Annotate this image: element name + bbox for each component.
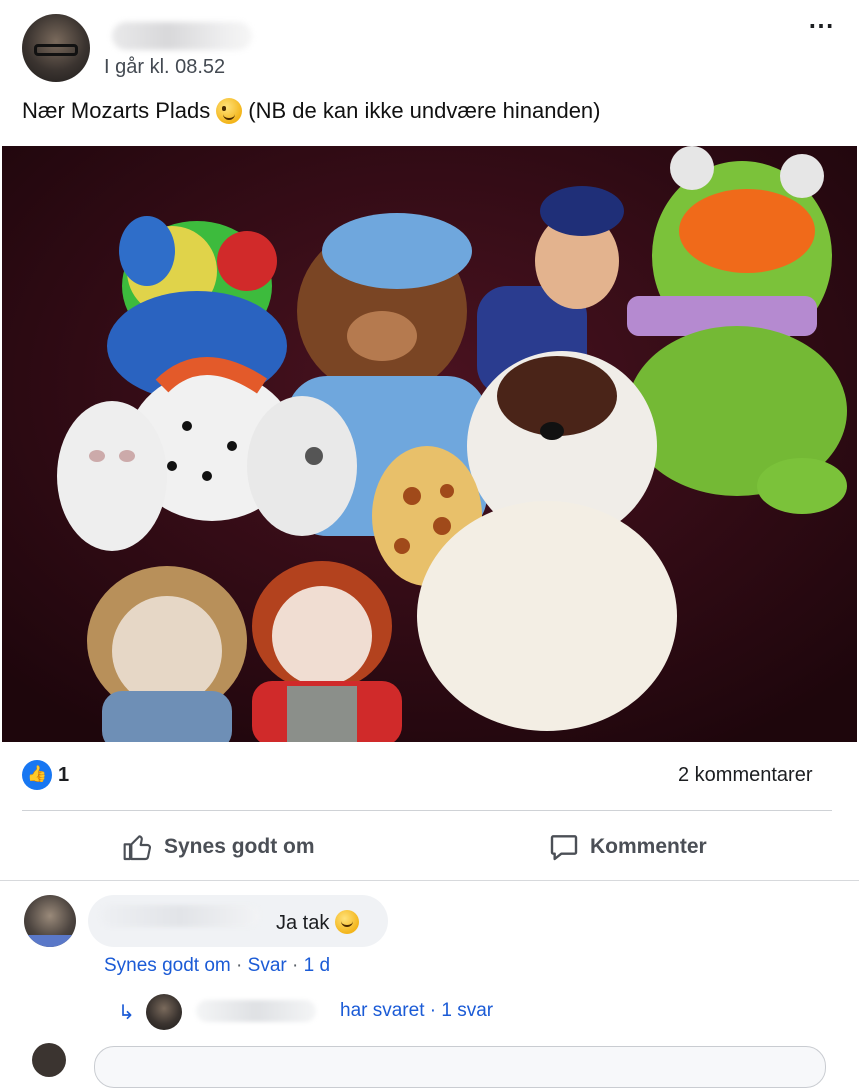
post-photo[interactable] <box>2 146 857 742</box>
reply-avatar[interactable] <box>146 994 182 1030</box>
ghost-toy <box>57 401 167 551</box>
post-timestamp[interactable]: I går kl. 08.52 <box>104 56 225 79</box>
white-lamb-toy <box>247 396 357 536</box>
winking-face-icon <box>216 98 243 124</box>
comment-body: Ja tak <box>276 912 330 934</box>
like-button[interactable]: Synes godt om <box>122 828 315 866</box>
comment-actions: Synes godt om · Svar · 1 d <box>104 955 330 977</box>
author-name-blurred[interactable] <box>112 22 252 50</box>
separator: · <box>236 955 243 976</box>
comment-button-label: Kommenter <box>590 835 707 858</box>
comment-text: Ja tak <box>276 910 360 935</box>
reply-arrow-icon: ↳ <box>118 1002 135 1024</box>
stuffed-animals-illustration <box>2 146 857 742</box>
current-user-avatar <box>32 1043 66 1077</box>
comment-age[interactable]: 1 d <box>304 955 330 976</box>
like-button-label: Synes godt om <box>164 835 315 858</box>
like-reaction-icon[interactable]: 👍 <box>22 760 52 790</box>
commenter-name-blurred[interactable] <box>100 905 260 927</box>
sheep-toy <box>417 501 677 731</box>
comments-count-link[interactable]: 2 kommentarer <box>678 764 813 787</box>
caption-text-main: Nær Mozarts Plads <box>22 98 211 123</box>
avatar-band <box>24 935 76 947</box>
commenter-avatar[interactable] <box>24 895 76 947</box>
like-count[interactable]: 1 <box>58 764 69 787</box>
avatar-glasses <box>34 44 78 56</box>
comment-button[interactable]: Kommenter <box>548 828 707 866</box>
divider <box>0 880 859 881</box>
reply-name-blurred[interactable] <box>196 1000 316 1022</box>
thumbs-up-icon <box>123 835 151 861</box>
doll-left <box>87 566 247 742</box>
caption-text-note: (NB de kan ikke undvære hinanden) <box>248 98 601 123</box>
comment-like-link[interactable]: Synes godt om <box>104 955 231 976</box>
write-comment-input[interactable] <box>94 1046 826 1088</box>
post-caption: Nær Mozarts Plads (NB de kan ikke undvære… <box>22 98 601 124</box>
more-options-icon[interactable]: ⋯ <box>808 10 835 41</box>
view-replies-link[interactable]: har svaret · 1 svar <box>340 1000 493 1022</box>
smiling-face-icon <box>335 910 360 934</box>
author-avatar[interactable] <box>22 14 90 82</box>
comment-reply-link[interactable]: Svar <box>248 955 287 976</box>
divider <box>22 810 832 811</box>
separator: · <box>292 955 299 976</box>
speech-bubble-icon <box>550 835 578 861</box>
